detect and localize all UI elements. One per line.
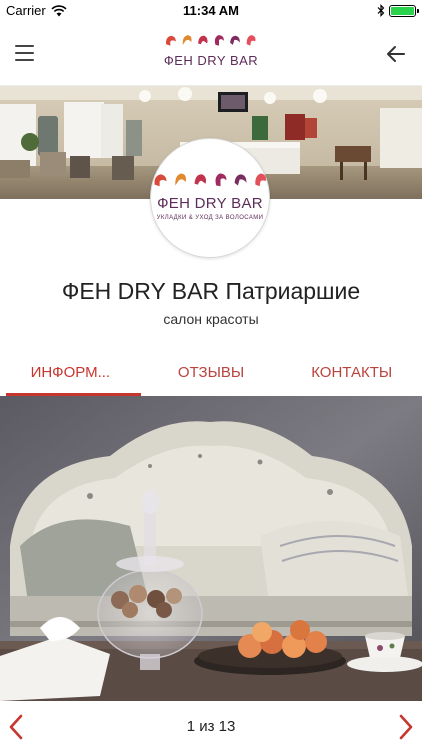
- logo-hair-figure-icon: [254, 173, 266, 187]
- logo-text: ФEH DRY BAR: [157, 195, 263, 212]
- gallery-pager: 1 из 13: [0, 701, 422, 750]
- logo-hair-figure-icon: [214, 35, 224, 46]
- logo-hair-figure-icon: [153, 174, 166, 187]
- battery-icon: [389, 4, 419, 17]
- tab-info[interactable]: ИНФОРМ...: [0, 350, 141, 396]
- logo-hair-figure-icon: [246, 35, 256, 46]
- gallery-image[interactable]: [0, 396, 422, 701]
- logo-hair-figure-icon: [198, 35, 208, 45]
- menu-button[interactable]: [13, 42, 37, 66]
- profile-logo: ФEH DRY BAR УКЛАДКИ & УХОД ЗА ВОЛОСАМИ: [150, 138, 270, 258]
- arrow-left-icon: [387, 46, 405, 62]
- tab-bar: ИНФОРМ... ОТЗЫВЫ КОНТАКТЫ: [0, 350, 422, 396]
- bluetooth-icon: [377, 4, 385, 17]
- status-bar: Carrier 11:34 AM: [0, 0, 422, 22]
- logo-hair-figure-icon: [166, 35, 176, 46]
- logo-text: ФEH DRY BAR: [163, 53, 259, 68]
- back-button[interactable]: [384, 42, 408, 66]
- page-title: ФЕН DRY BAR Патриаршие: [61, 278, 361, 304]
- logo-figures: [151, 171, 269, 191]
- logo-hair-figure-icon: [230, 35, 240, 45]
- logo-hair-figure-icon: [234, 174, 246, 186]
- logo-figures: [161, 33, 261, 51]
- logo-hair-figure-icon: [174, 173, 186, 186]
- logo-hair-figure-icon: [214, 173, 226, 187]
- tab-contacts[interactable]: КОНТАКТЫ: [281, 350, 422, 396]
- status-right: [377, 4, 419, 17]
- status-time: 11:34 AM: [183, 3, 239, 18]
- page-subtitle: салон красоты: [163, 311, 259, 327]
- header-logo: ФEH DRY BAR: [161, 33, 261, 75]
- chevron-right-icon: [399, 714, 413, 740]
- gallery-counter: 1 из 13: [186, 718, 236, 735]
- logo-tagline: УКЛАДКИ & УХОД ЗА ВОЛОСАМИ: [156, 215, 264, 221]
- logo-hair-figure-icon: [194, 174, 206, 185]
- logo-hair-figure-icon: [182, 35, 192, 45]
- tab-reviews[interactable]: ОТЗЫВЫ: [141, 350, 282, 396]
- app-header: ФEH DRY BAR: [0, 22, 422, 86]
- next-button[interactable]: [396, 714, 416, 740]
- hamburger-icon: [13, 45, 37, 61]
